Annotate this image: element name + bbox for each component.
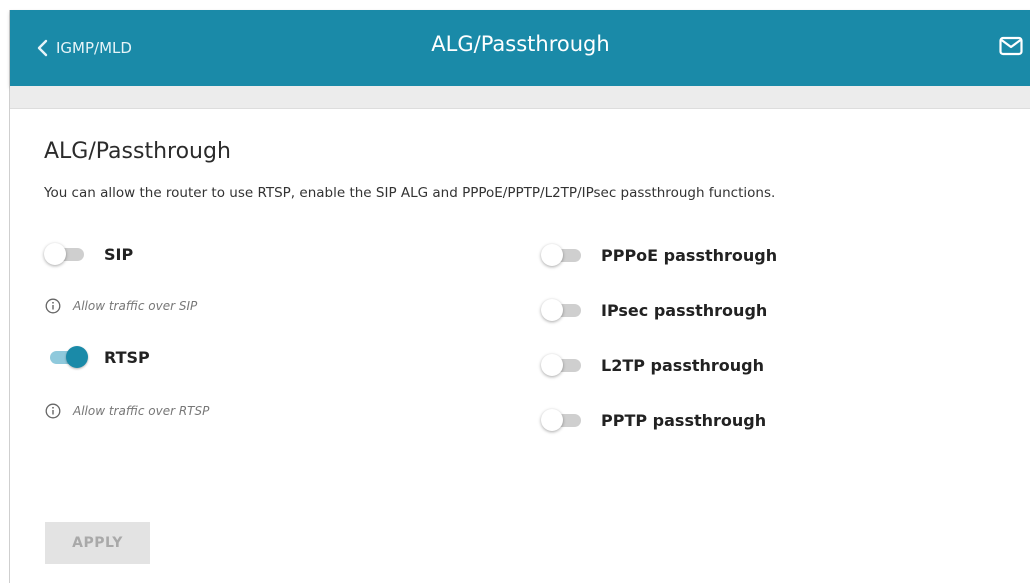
apply-button[interactable]: APPLY [45,522,150,564]
l2tp-toggle-row[interactable]: L2TP passthrough [541,353,764,377]
pptp-switch[interactable] [541,408,583,432]
l2tp-label: L2TP passthrough [601,355,764,375]
rtsp-hint-text: Allow traffic over RTSP [73,404,210,418]
pptp-toggle-row[interactable]: PPTP passthrough [541,408,766,432]
top-bar: IGMP/MLD ALG/Passthrough [10,10,1030,86]
mail-icon [999,36,1023,56]
rtsp-hint: Allow traffic over RTSP [45,403,209,419]
sip-label: SIP [104,244,134,264]
rtsp-toggle-row[interactable]: RTSP [44,345,150,369]
page-title: ALG/Passthrough [431,32,610,56]
pppoe-switch[interactable] [541,243,583,267]
info-icon [45,403,61,419]
sip-switch[interactable] [44,242,86,266]
section-description: You can allow the router to use RTSP, en… [44,185,776,201]
mail-button[interactable] [999,36,1027,60]
header-divider [10,86,1030,109]
ipsec-toggle-row[interactable]: IPsec passthrough [541,298,767,322]
app-frame: IGMP/MLD ALG/Passthrough ALG/Passthrough… [9,10,1030,583]
sip-toggle-row[interactable]: SIP [44,242,133,266]
sip-hint: Allow traffic over SIP [45,298,197,314]
settings-card: ALG/Passthrough You can allow the router… [10,109,1030,583]
ipsec-switch[interactable] [541,298,583,322]
ipsec-label: IPsec passthrough [601,300,768,320]
pptp-label: PPTP passthrough [601,410,767,430]
l2tp-switch[interactable] [541,353,583,377]
section-title: ALG/Passthrough [44,139,231,164]
pppoe-label: PPPoE passthrough [601,245,778,265]
pppoe-toggle-row[interactable]: PPPoE passthrough [541,243,777,267]
rtsp-label: RTSP [104,347,150,367]
info-icon [45,298,61,314]
rtsp-switch[interactable] [44,345,88,369]
sip-hint-text: Allow traffic over SIP [73,299,198,313]
